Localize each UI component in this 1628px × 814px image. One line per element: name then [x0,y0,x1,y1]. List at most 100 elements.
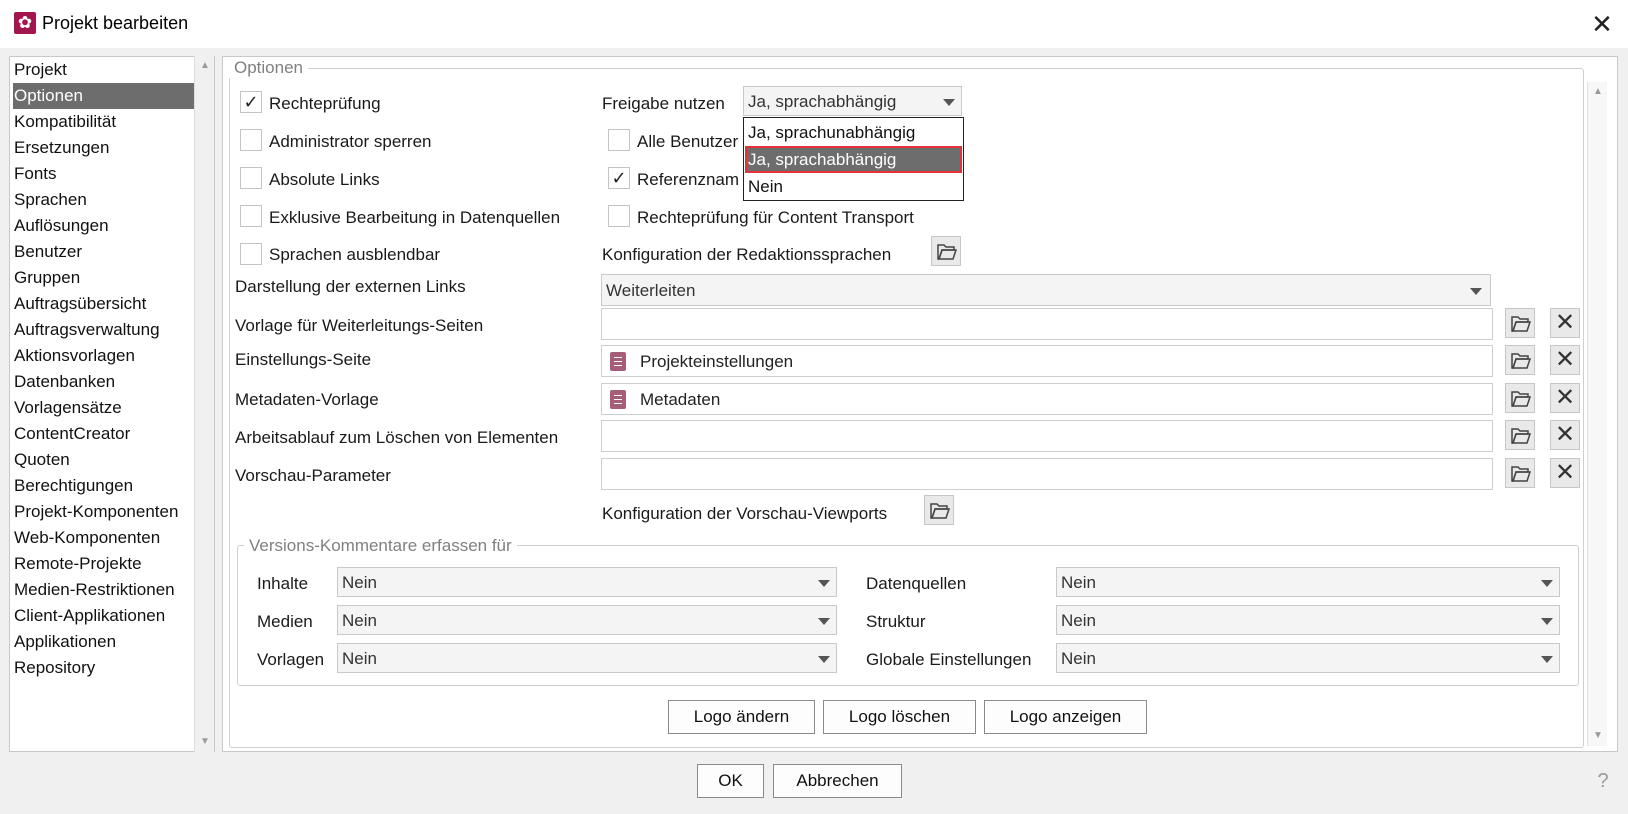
title-bar [0,0,1628,48]
scroll-up-icon[interactable]: ▲ [195,56,215,76]
chevron-down-icon [1541,580,1553,587]
sidebar-item-client-applikationen[interactable]: Client-Applikationen [13,603,195,629]
inhalte-dropdown[interactable]: Nein [337,567,837,597]
sidebar-item-remote-projekte[interactable]: Remote-Projekte [13,551,195,577]
folder-open-icon [1511,428,1532,444]
medien-dropdown[interactable]: Nein [337,605,837,635]
sidebar-item-projekt[interactable]: Projekt [13,57,195,83]
sidebar-item-aufloesungen[interactable]: Auflösungen [13,213,195,239]
vorschau-parameter-remove-button[interactable]: ✕ [1550,458,1580,488]
einstellungs-seite-field[interactable]: Projekteinstellungen [601,345,1493,377]
folder-open-icon [1511,466,1532,482]
vorlage-weiterleitungs-seiten-field[interactable] [601,308,1493,340]
sidebar-item-projekt-komponenten[interactable]: Projekt-Komponenten [13,499,195,525]
vorlagen-dropdown-value: Nein [342,649,377,668]
checkbox-administrator-sperren[interactable] [240,129,262,151]
arbeitsablauf-loeschen-remove-button[interactable]: ✕ [1550,420,1580,450]
freigabe-option-sprachabhaengig[interactable]: Ja, sprachabhängig [745,146,962,173]
sidebar-item-aktionsvorlagen[interactable]: Aktionsvorlagen [13,343,195,369]
sidebar-item-auftragsuebersicht[interactable]: Auftragsübersicht [13,291,195,317]
cancel-button[interactable]: Abbrechen [773,764,902,798]
label-rechtepruefung-content-transport: Rechteprüfung für Content Transport [637,208,914,227]
sidebar-item-berechtigungen[interactable]: Berechtigungen [13,473,195,499]
freigabe-dropdown[interactable]: Ja, sprachabhängig [743,86,962,116]
scroll-down-icon[interactable]: ▼ [195,732,215,752]
sidebar-item-gruppen[interactable]: Gruppen [13,265,195,291]
logo-anzeigen-button[interactable]: Logo anzeigen [984,700,1147,734]
checkbox-rechtepruefung-content-transport[interactable] [608,205,630,227]
label-inhalte: Inhalte [257,574,309,593]
struktur-dropdown[interactable]: Nein [1056,605,1560,635]
datenquellen-dropdown[interactable]: Nein [1056,567,1560,597]
label-datenquellen: Datenquellen [866,574,967,593]
checkbox-exklusive-bearbeitung[interactable] [240,205,262,227]
remove-icon: ✕ [1554,421,1576,448]
help-icon[interactable]: ? [1592,770,1614,794]
arbeitsablauf-loeschen-folder-button[interactable] [1505,420,1535,450]
options-scrollbar[interactable]: ▲ ▼ [1587,82,1607,746]
externe-links-dropdown[interactable]: Weiterleiten [601,274,1491,306]
vorlage-weiterleitungs-remove-button[interactable]: ✕ [1550,308,1580,338]
sidebar-item-ersetzungen[interactable]: Ersetzungen [13,135,195,161]
scroll-down-icon[interactable]: ▼ [1588,726,1608,746]
vorschau-parameter-field[interactable] [601,458,1493,490]
scroll-up-icon[interactable]: ▲ [1588,82,1608,102]
medien-dropdown-value: Nein [342,611,377,630]
sidebar-item-vorlagensaetze[interactable]: Vorlagensätze [13,395,195,421]
document-icon [610,352,626,371]
folder-open-icon [937,244,958,260]
vorschau-viewports-folder-button[interactable] [924,495,954,525]
sidebar-item-benutzer[interactable]: Benutzer [13,239,195,265]
close-icon[interactable]: ✕ [1586,8,1618,40]
label-absolute-links: Absolute Links [269,170,380,189]
label-vorlage-weiterleitungs-seiten: Vorlage für Weiterleitungs-Seiten [235,316,484,335]
vorschau-parameter-folder-button[interactable] [1505,458,1535,488]
label-konfiguration-redaktionssprachen: Konfiguration der Redaktionssprachen [602,245,892,264]
datenquellen-dropdown-value: Nein [1061,573,1096,592]
checkbox-rechtepruefung[interactable]: ✓ [240,91,262,113]
label-medien: Medien [257,612,313,631]
logo-loeschen-button[interactable]: Logo löschen [823,700,976,734]
globale-einstellungen-dropdown[interactable]: Nein [1056,643,1560,673]
einstellungs-seite-folder-button[interactable] [1505,345,1535,375]
sidebar-list[interactable]: Projekt Optionen Kompatibilität Ersetzun… [9,56,215,752]
sidebar-item-fonts[interactable]: Fonts [13,161,195,187]
label-konfiguration-vorschau-viewports: Konfiguration der Vorschau-Viewports [602,504,888,523]
remove-icon: ✕ [1554,346,1576,373]
sidebar-item-quoten[interactable]: Quoten [13,447,195,473]
sidebar-item-optionen[interactable]: Optionen [13,83,195,109]
logo-aendern-button[interactable]: Logo ändern [668,700,815,734]
sidebar-item-web-komponenten[interactable]: Web-Komponenten [13,525,195,551]
checkbox-absolute-links[interactable] [240,167,262,189]
sidebar-item-contentcreator[interactable]: ContentCreator [13,421,195,447]
metadaten-vorlage-folder-button[interactable] [1505,383,1535,413]
metadaten-vorlage-remove-button[interactable]: ✕ [1550,383,1580,413]
sidebar-item-kompatibilitaet[interactable]: Kompatibilität [13,109,195,135]
freigabe-option-nein[interactable]: Nein [745,173,962,200]
label-darstellung-externe-links: Darstellung der externen Links [235,277,466,296]
sidebar-scrollbar[interactable]: ▲ ▼ [194,56,214,752]
metadaten-vorlage-field[interactable]: Metadaten [601,383,1493,415]
freigabe-option-sprachunabhaengig[interactable]: Ja, sprachunabhängig [745,119,962,146]
vorlagen-dropdown[interactable]: Nein [337,643,837,673]
checkbox-alle-benutzer[interactable] [608,129,630,151]
sidebar-item-applikationen[interactable]: Applikationen [13,629,195,655]
folder-open-icon [1511,316,1532,332]
redaktionssprachen-folder-button[interactable] [931,236,961,266]
label-vorschau-parameter: Vorschau-Parameter [235,466,391,485]
globale-einstellungen-dropdown-value: Nein [1061,649,1096,668]
label-administrator-sperren: Administrator sperren [269,132,432,151]
sidebar-item-medien-restriktionen[interactable]: Medien-Restriktionen [13,577,195,603]
vorlage-weiterleitungs-folder-button[interactable] [1505,308,1535,338]
ok-button[interactable]: OK [697,764,764,798]
sidebar-item-sprachen[interactable]: Sprachen [13,187,195,213]
chevron-down-icon [1541,618,1553,625]
sidebar-item-repository[interactable]: Repository [13,655,195,681]
checkbox-referenznamen[interactable]: ✓ [608,167,630,189]
einstellungs-seite-remove-button[interactable]: ✕ [1550,345,1580,375]
arbeitsablauf-loeschen-field[interactable] [601,420,1493,452]
sidebar-item-datenbanken[interactable]: Datenbanken [13,369,195,395]
checkbox-sprachen-ausblendbar[interactable] [240,243,262,265]
freigabe-dropdown-list[interactable]: Ja, sprachunabhängig Ja, sprachabhängig … [743,117,964,201]
sidebar-item-auftragsverwaltung[interactable]: Auftragsverwaltung [13,317,195,343]
